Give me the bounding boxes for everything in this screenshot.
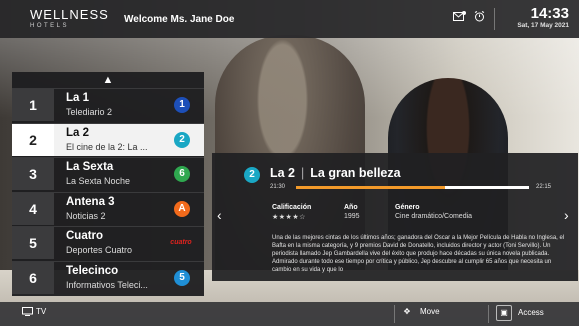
channel-logo-icon: 2 <box>174 131 190 148</box>
scroll-up-icon[interactable]: ▲ <box>12 72 204 88</box>
access-hint[interactable]: ▣ Access <box>496 305 544 321</box>
channel-logo-icon: 5 <box>174 269 190 286</box>
start-time: 21:30 <box>270 184 286 190</box>
channel-number: 6 <box>12 261 54 294</box>
chevron-left-icon[interactable]: ‹ <box>217 207 222 223</box>
channel-number: 4 <box>12 192 54 225</box>
channel-name: Telecinco <box>66 264 119 277</box>
clock: 14:33 Sat, 17 May 2021 <box>517 5 569 30</box>
channel-number: 3 <box>12 158 54 190</box>
channel-number: 5 <box>12 227 54 259</box>
rating-stars: ★★★★☆ <box>272 214 306 221</box>
alarm-icon[interactable] <box>472 11 486 25</box>
genre-value: Cine dramático/Comedia <box>395 213 473 220</box>
channel-logo-icon: A <box>174 200 190 217</box>
tv-icon <box>22 307 33 317</box>
year-block: Año 1995 <box>344 204 360 220</box>
rating-label: Calificación <box>272 204 312 211</box>
channel-program: El cine de la 2: La ... <box>66 141 148 152</box>
header-divider <box>494 8 495 30</box>
la2-channel-logo: 2 <box>244 167 260 183</box>
chevron-right-icon[interactable]: › <box>564 207 569 223</box>
genre-block: Género Cine dramático/Comedia <box>395 204 472 220</box>
channel-number: 2 <box>12 123 54 156</box>
program-detail-panel: ‹ › 2 La 2 | La gran belleza 21:30 22:15 C… <box>212 153 578 281</box>
footer-divider-2 <box>488 305 489 323</box>
detail-program-title: La gran belleza <box>310 166 401 180</box>
genre-label: Género <box>395 204 420 211</box>
channel-program: Informativos Teleci... <box>66 279 148 290</box>
channel-logo-icon: 1 <box>174 97 190 113</box>
dpad-icon: ✥ <box>403 307 411 316</box>
progress-bar <box>296 186 529 189</box>
year-value: 1995 <box>344 213 360 220</box>
access-icon: ▣ <box>496 305 512 321</box>
channel-row-1[interactable]: 1 La 1 Telediario 2 1 <box>12 88 204 121</box>
channel-program: La Sexta Noche <box>66 176 131 186</box>
program-title: La 2 | La gran belleza <box>270 166 401 180</box>
bottom-bar: TV ✥ Move ▣ Access <box>0 302 579 326</box>
move-hint: ✥ Move <box>400 305 440 319</box>
end-time: 22:15 <box>536 184 552 190</box>
channel-name: La 2 <box>66 126 90 139</box>
top-bar: WELLNESS HOTELS Welcome Ms. Jane Doe 14:… <box>0 0 579 38</box>
tv-label: TV <box>36 307 47 316</box>
channel-row-3[interactable]: 3 La Sexta La Sexta Noche 6 <box>12 157 204 190</box>
messages-icon[interactable] <box>452 11 466 25</box>
channel-number: 1 <box>12 89 54 121</box>
move-label: Move <box>420 307 440 317</box>
channel-row-2[interactable]: 2 La 2 El cine de la 2: La ... 2 <box>12 122 204 156</box>
program-description: Una de las mejores cintas de los últimos… <box>272 235 565 273</box>
access-label: Access <box>518 308 544 318</box>
channel-row-5[interactable]: 5 Cuatro Deportes Cuatro cuatro <box>12 226 204 259</box>
channel-name: Antena 3 <box>66 195 115 208</box>
tv-indicator[interactable]: TV <box>22 307 47 317</box>
channel-row-4[interactable]: 4 Antena 3 Noticias 2 A <box>12 191 204 225</box>
channel-name: Cuatro <box>66 230 104 242</box>
channel-list: ▲ 1 La 1 Telediario 2 1 2 La 2 El cine de la 2… <box>12 72 204 296</box>
footer-divider-1 <box>394 305 395 323</box>
progress-fill <box>296 186 446 189</box>
detail-channel-name: La 2 <box>270 166 296 180</box>
channel-name: La 1 <box>66 92 90 104</box>
rating-block: Calificación ★★★★☆ <box>272 204 311 221</box>
channel-program: Telediario 2 <box>66 107 113 117</box>
channel-name: La Sexta <box>66 161 114 173</box>
year-label: Año <box>344 204 358 211</box>
welcome-message: Welcome Ms. Jane Doe <box>124 14 235 25</box>
clock-date: Sat, 17 May 2021 <box>517 22 569 29</box>
channel-row-6[interactable]: 6 Telecinco Informativos Teleci... 5 <box>12 260 204 294</box>
channel-program: Noticias 2 <box>66 210 106 221</box>
title-separator: | <box>301 166 305 180</box>
brand-name: WELLNESS <box>30 7 109 22</box>
channel-program: Deportes Cuatro <box>66 245 133 255</box>
brand-subtitle: HOTELS <box>30 23 70 29</box>
clock-time: 14:33 <box>530 5 569 22</box>
channel-logo-icon: 6 <box>174 166 190 182</box>
channel-logo-icon: cuatro <box>170 239 192 246</box>
hotel-logo: WELLNESS HOTELS <box>30 8 109 29</box>
